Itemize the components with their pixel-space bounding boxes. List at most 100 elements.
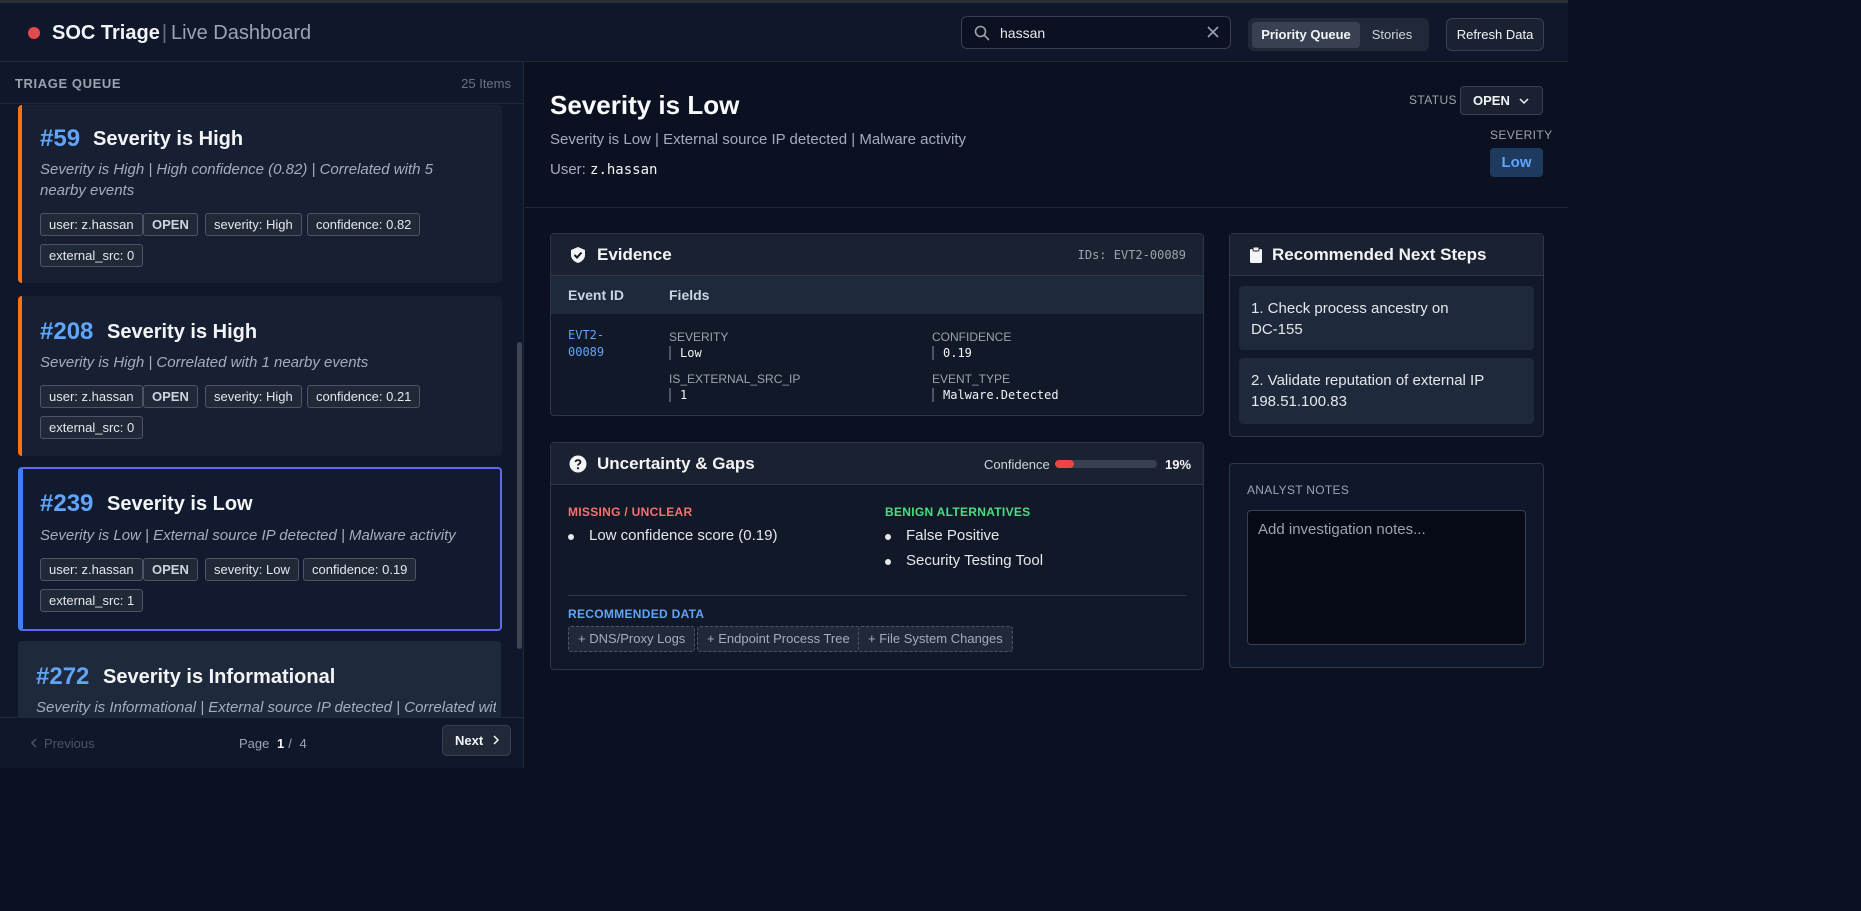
analyst-notes-panel: ANALYST NOTES xyxy=(1229,463,1544,668)
field-label: CONFIDENCE xyxy=(932,330,1012,344)
queue-header: TRIAGE QUEUE 25 Items xyxy=(0,62,524,104)
tag-user: user: z.hassan xyxy=(40,213,143,236)
queue-count: 25 Items xyxy=(461,76,511,91)
alert-user: User: z.hassan xyxy=(550,161,657,178)
tag-user: user: z.hassan xyxy=(40,558,143,581)
card-description: Severity is Low | External source IP det… xyxy=(40,527,456,544)
clear-search-icon[interactable] xyxy=(1206,25,1220,39)
analyst-notes-label: ANALYST NOTES xyxy=(1247,483,1350,497)
tag-confidence: confidence: 0.19 xyxy=(303,558,417,581)
card-description: Severity is Informational | External sou… xyxy=(36,699,496,716)
tag-status: OPEN xyxy=(143,213,198,236)
col-event-id: Event ID xyxy=(568,287,625,303)
add-file-system-changes-chip[interactable]: + File System Changes xyxy=(858,626,1013,652)
tag-severity: severity: High xyxy=(205,213,302,236)
page-label: Page xyxy=(239,736,270,751)
user-label: User: xyxy=(550,161,586,178)
previous-label: Previous xyxy=(44,736,95,751)
benign-item: False Positive xyxy=(885,527,999,544)
page-indicator: Page 1/ 4 xyxy=(239,736,307,751)
card-title: Severity is Informational xyxy=(103,666,336,688)
app-brand: SOC Triage | Live Dashboard xyxy=(52,20,311,46)
field-label: EVENT_TYPE xyxy=(932,372,1011,386)
card-title: Severity is High xyxy=(93,128,244,150)
title-separator: | xyxy=(161,22,168,44)
next-step-item: 2. Validate reputation of external IP 19… xyxy=(1239,358,1534,424)
evidence-panel: Evidence IDs: EVT2-00089 Event ID Fields… xyxy=(550,233,1204,416)
field-label: SEVERITY xyxy=(669,330,729,344)
evidence-table-header: Event ID Fields xyxy=(551,276,1203,314)
tag-severity: severity: Low xyxy=(205,558,299,581)
tag-external-src: external_src: 1 xyxy=(40,589,144,612)
field-label: IS_EXTERNAL_SRC_IP xyxy=(669,372,801,386)
next-steps-header: Recommended Next Steps xyxy=(1230,234,1543,276)
tag-external-src: external_src: 0 xyxy=(40,416,144,439)
tab-stories[interactable]: Stories xyxy=(1362,22,1422,48)
queue-card-272[interactable]: #272 Severity is Informational Severity … xyxy=(18,641,501,717)
severity-badge: Low xyxy=(1490,148,1543,177)
field-value: 1 xyxy=(669,388,687,402)
tab-priority-queue[interactable]: Priority Queue xyxy=(1252,22,1360,48)
field-value: 0.19 xyxy=(932,346,972,360)
page-separator: / xyxy=(288,736,292,751)
tag-status: OPEN xyxy=(143,558,198,581)
previous-page-button[interactable]: Previous xyxy=(30,736,95,751)
tag-user: user: z.hassan xyxy=(40,385,143,408)
card-number: #208 xyxy=(40,318,94,345)
tag-confidence: confidence: 0.82 xyxy=(307,213,421,236)
search-input[interactable] xyxy=(1000,17,1200,48)
chevron-down-icon xyxy=(1519,98,1529,105)
event-id-link[interactable]: EVT2-00089 xyxy=(568,327,628,361)
card-title: Severity is High xyxy=(107,321,258,343)
analyst-notes-input[interactable] xyxy=(1247,510,1526,645)
search-box[interactable] xyxy=(961,16,1231,49)
recommended-data-heading: RECOMMENDED DATA xyxy=(568,607,705,621)
tag-confidence: confidence: 0.21 xyxy=(307,385,421,408)
alert-summary: Severity is Low | External source IP det… xyxy=(550,131,967,148)
app-title: SOC Triage xyxy=(52,22,160,44)
queue-card-239-selected[interactable]: #239 Severity is Low Severity is Low | E… xyxy=(18,467,502,631)
queue-scrollbar[interactable] xyxy=(517,342,522,649)
evidence-header: Evidence IDs: EVT2-00089 xyxy=(551,234,1203,276)
refresh-data-button[interactable]: Refresh Data xyxy=(1446,18,1544,51)
card-number: #272 xyxy=(36,663,90,690)
live-indicator-icon xyxy=(28,27,40,39)
next-step-item: 1. Check process ancestry on DC-155 xyxy=(1239,286,1534,350)
queue-title: TRIAGE QUEUE xyxy=(15,76,122,91)
card-number: #59 xyxy=(40,125,81,152)
next-label: Next xyxy=(455,733,484,748)
queue-card-208[interactable]: #208 Severity is High Severity is High |… xyxy=(18,296,502,456)
next-steps-title: Recommended Next Steps xyxy=(1272,245,1487,264)
alert-detail-header: Severity is Low Severity is Low | Extern… xyxy=(525,62,1568,208)
confidence-bar-fill xyxy=(1055,460,1075,468)
chevron-left-icon xyxy=(30,738,37,748)
add-endpoint-process-tree-chip[interactable]: + Endpoint Process Tree xyxy=(697,626,860,652)
benign-item: Security Testing Tool xyxy=(885,552,1043,569)
chevron-right-icon xyxy=(493,735,499,745)
shield-check-icon xyxy=(571,247,585,263)
confidence-percent: 19% xyxy=(1165,457,1192,472)
card-description: Severity is High | High confidence (0.82… xyxy=(40,161,433,199)
current-page: 1 xyxy=(277,736,285,751)
triage-queue-panel: TRIAGE QUEUE 25 Items #59 Severity is Hi… xyxy=(0,62,524,768)
status-value: OPEN xyxy=(1473,93,1510,108)
severity-label: SEVERITY xyxy=(1490,128,1553,142)
confidence-bar xyxy=(1055,460,1157,468)
section-divider xyxy=(568,595,1186,596)
col-fields: Fields xyxy=(669,287,710,303)
add-dns-proxy-logs-chip[interactable]: + DNS/Proxy Logs xyxy=(568,626,696,652)
queue-list: #59 Severity is High Severity is High | … xyxy=(0,105,514,717)
view-toggle: Priority Queue Stories xyxy=(1248,18,1429,51)
benign-heading: BENIGN ALTERNATIVES xyxy=(885,505,1031,519)
card-title: Severity is Low xyxy=(107,493,253,515)
next-steps-panel: Recommended Next Steps 1. Check process … xyxy=(1229,233,1544,437)
queue-card-59[interactable]: #59 Severity is High Severity is High | … xyxy=(18,105,502,283)
next-page-button[interactable]: Next xyxy=(442,725,511,756)
alert-title: Severity is Low xyxy=(550,90,740,120)
status-dropdown[interactable]: OPEN xyxy=(1460,86,1543,115)
uncertainty-header: Uncertainty & Gaps Confidence 19% xyxy=(551,443,1203,485)
app-subtitle: Live Dashboard xyxy=(171,22,312,44)
user-value: z.hassan xyxy=(590,162,658,178)
tag-severity: severity: High xyxy=(205,385,302,408)
pagination: Previous Page 1/ 4 Next xyxy=(0,717,524,768)
